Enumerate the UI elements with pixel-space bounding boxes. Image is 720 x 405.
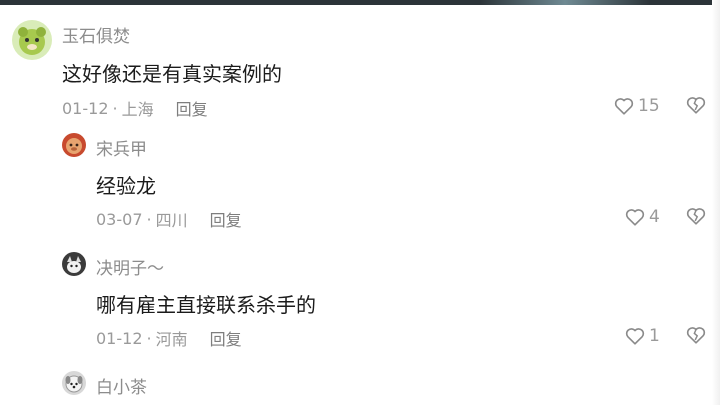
meta-separator: · xyxy=(146,328,152,348)
comment-meta: 01-12 · 上海 回复 xyxy=(62,96,208,120)
like-button[interactable]: 1 xyxy=(625,326,660,346)
comment-text: 这好像还是有真实案例的 xyxy=(62,62,282,86)
heart-outline-icon xyxy=(625,328,645,345)
like-count: 15 xyxy=(638,96,660,116)
reply-button[interactable]: 回复 xyxy=(210,326,242,350)
comment-author[interactable]: 玉石俱焚 xyxy=(62,22,130,47)
comment-meta: 03-07 · 四川 回复 xyxy=(96,207,242,231)
comment-text: 经验龙 xyxy=(96,174,156,198)
comment-meta: 01-12 · 河南 回复 xyxy=(96,326,242,350)
comment-location: 四川 xyxy=(155,211,188,230)
comment-date: 01-12 xyxy=(96,328,143,348)
monkey-avatar[interactable] xyxy=(62,133,86,157)
green-dog-avatar[interactable] xyxy=(12,20,52,60)
heart-outline-icon xyxy=(614,98,634,115)
like-count: 4 xyxy=(649,207,660,227)
top-bar xyxy=(0,0,720,5)
reply-button[interactable]: 回复 xyxy=(210,207,242,231)
dislike-button[interactable] xyxy=(686,207,706,229)
reply-button[interactable]: 回复 xyxy=(176,96,208,120)
dog-avatar[interactable] xyxy=(62,371,86,395)
comment-date: 03-07 xyxy=(96,209,143,229)
meta-separator: · xyxy=(146,209,152,229)
like-button[interactable]: 15 xyxy=(614,96,660,116)
like-count: 1 xyxy=(649,326,660,346)
comment-author[interactable]: 白小茶 xyxy=(96,373,147,398)
meta-separator: · xyxy=(112,98,118,118)
broken-heart-icon xyxy=(686,97,706,114)
dislike-button[interactable] xyxy=(686,326,706,348)
comment-date: 01-12 xyxy=(62,98,109,118)
dislike-button[interactable] xyxy=(686,96,706,118)
comment-text: 哪有雇主直接联系杀手的 xyxy=(96,293,316,317)
comment-author[interactable]: 决明子～ xyxy=(96,254,164,279)
cat-avatar[interactable] xyxy=(62,252,86,276)
heart-outline-icon xyxy=(625,209,645,226)
like-button[interactable]: 4 xyxy=(625,207,660,227)
right-edge-shadow xyxy=(712,0,720,405)
broken-heart-icon xyxy=(686,327,706,344)
comment-location: 河南 xyxy=(155,330,188,349)
broken-heart-icon xyxy=(686,208,706,225)
comment-location: 上海 xyxy=(121,100,154,119)
comment-author[interactable]: 宋兵甲 xyxy=(96,135,147,160)
